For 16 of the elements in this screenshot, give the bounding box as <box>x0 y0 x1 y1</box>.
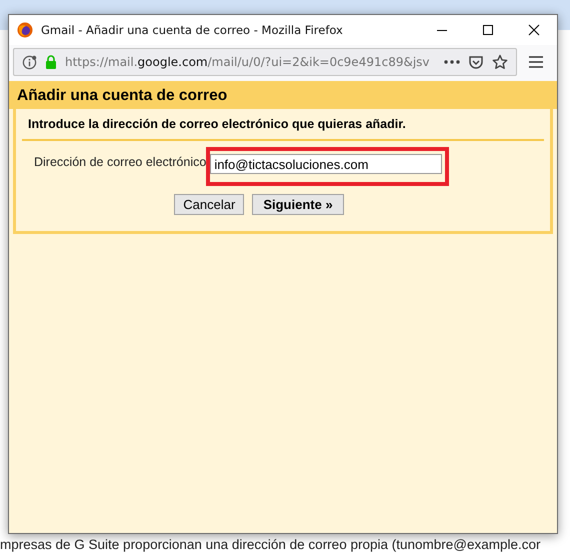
next-button[interactable]: Siguiente » <box>252 194 344 215</box>
window-title: Gmail - Añadir una cuenta de correo - Mozilla Firefox <box>41 23 344 37</box>
address-bar[interactable]: https://mail.google.com/mail/u/0/?ui=2&ik=0c9e491c89&jsv <box>13 48 517 76</box>
url-text: https://mail.google.com/mail/u/0/?ui=2&ik=0c9e491c89&jsv <box>65 55 431 69</box>
field-label: Dirección de correo electrónico <box>34 154 206 169</box>
dialog-title: Añadir una cuenta de correo <box>17 87 228 104</box>
pocket-icon[interactable] <box>468 54 484 70</box>
browser-logo-icon <box>17 22 33 38</box>
menu-icon[interactable] <box>529 56 543 68</box>
info-icon[interactable] <box>22 54 37 70</box>
star-icon[interactable] <box>492 54 508 70</box>
email-input[interactable]: info@tictacsoluciones.com <box>210 154 442 174</box>
instruction-text: Introduce la dirección de correo electrónico que quieras añadir. <box>22 115 544 141</box>
background-text: mpresas de G Suite proporcionan una dirección de correo propia (tunombre@example.cor <box>0 537 540 552</box>
cancel-button[interactable]: Cancelar <box>174 194 244 215</box>
more-icon[interactable] <box>444 60 460 64</box>
